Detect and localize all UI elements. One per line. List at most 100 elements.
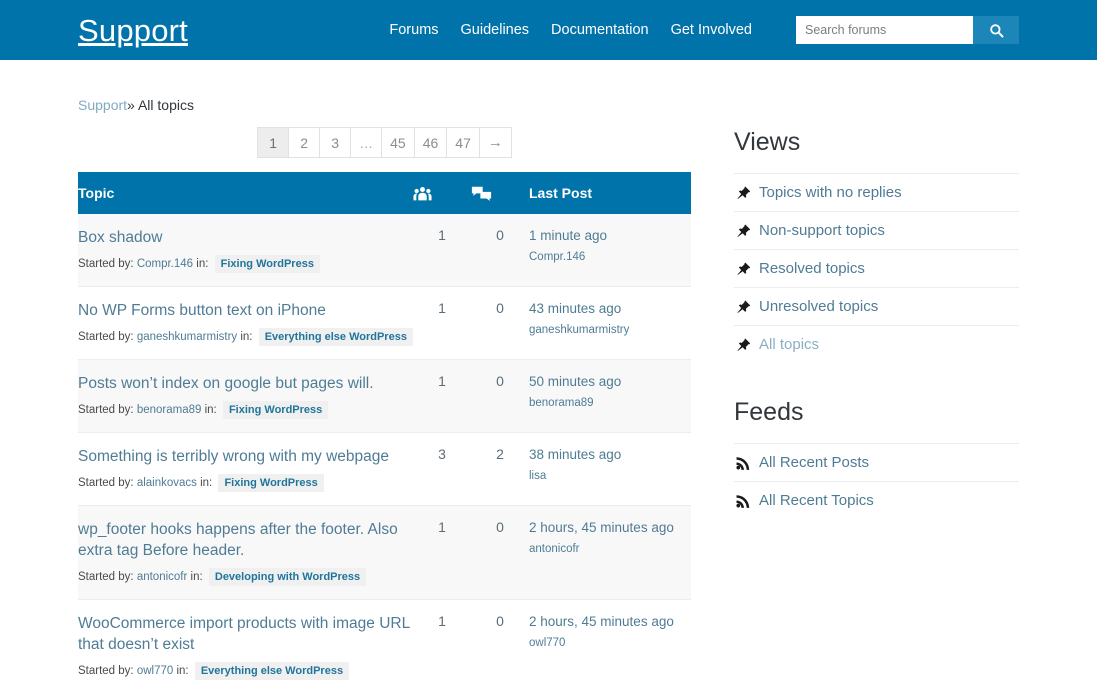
breadcrumb-separator: »	[127, 97, 135, 113]
feeds-widget-title: Feeds	[734, 398, 804, 426]
pagination-page-2[interactable]: 2	[288, 127, 320, 158]
nav-item-documentation[interactable]: Documentation	[551, 22, 649, 38]
voices-count: 1	[438, 519, 446, 535]
last-post-author-link[interactable]: ganeshkumarmistry	[529, 324, 691, 336]
topic-meta: Started by: owl770 in: Everything else W…	[78, 662, 413, 680]
topic-cell: Box shadow Started by: Compr.146 in: Fixi…	[78, 214, 413, 287]
topic-cell: wp_footer hooks happens after the footer…	[78, 506, 413, 600]
nav-item-get-involved[interactable]: Get Involved	[671, 22, 752, 38]
last-post-time-link[interactable]: 50 minutes ago	[529, 373, 691, 391]
last-post-author-link[interactable]: benorama89	[529, 397, 691, 409]
last-post-time-link[interactable]: 2 hours, 45 minutes ago	[529, 519, 691, 537]
forum-badge[interactable]: Fixing WordPress	[218, 474, 324, 492]
last-post-author-link[interactable]: owl770	[529, 637, 691, 649]
forum-badge[interactable]: Fixing WordPress	[214, 255, 320, 273]
forum-badge[interactable]: Everything else WordPress	[194, 662, 350, 680]
topic-title-link[interactable]: Posts won’t index on google but pages wi…	[78, 373, 413, 394]
topic-meta: Started by: benorama89 in: Fixing WordPr…	[78, 401, 413, 419]
search-form	[796, 16, 1019, 44]
forum-badge[interactable]: Everything else WordPress	[258, 328, 413, 346]
last-post-author-link[interactable]: antonicofr	[529, 543, 691, 555]
topic-title-link[interactable]: Something is terribly wrong with my webp…	[78, 446, 413, 467]
topic-title-link[interactable]: wp_footer hooks happens after the footer…	[78, 519, 413, 561]
feeds-item-link[interactable]: All Recent Posts	[759, 454, 869, 471]
last-post-time-link[interactable]: 1 minute ago	[529, 227, 691, 245]
last-post-cell: 2 hours, 45 minutes ago antonicofr	[529, 506, 691, 600]
nav-item-forums[interactable]: Forums	[389, 22, 438, 38]
table-row: wp_footer hooks happens after the footer…	[78, 505, 691, 600]
pagination-page-3[interactable]: 3	[319, 127, 351, 158]
views-item-link[interactable]: Resolved topics	[759, 260, 865, 277]
feeds-item-link[interactable]: All Recent Topics	[759, 492, 874, 509]
sidebar: Views Topics with no replies Non-support …	[734, 127, 1019, 519]
list-item: All topics	[734, 325, 1019, 363]
search-input[interactable]	[796, 16, 973, 44]
nav-item-guidelines[interactable]: Guidelines	[461, 22, 530, 38]
started-by-label: Started by:	[78, 665, 137, 677]
forum-badge[interactable]: Fixing WordPress	[222, 401, 329, 419]
last-post-cell: 2 hours, 45 minutes ago owl770	[529, 600, 691, 683]
users-group-icon	[413, 186, 432, 202]
feeds-list: All Recent Posts All Recent Topics	[734, 443, 1019, 519]
list-item: Unresolved topics	[734, 287, 1019, 325]
views-item-link[interactable]: Unresolved topics	[759, 298, 878, 315]
topic-meta: Started by: alainkovacs in: Fixing WordP…	[78, 474, 413, 492]
topic-title-link[interactable]: WooCommerce import products with image U…	[78, 613, 413, 655]
topic-cell: Posts won’t index on google but pages wi…	[78, 360, 413, 433]
started-by-label: Started by:	[78, 331, 137, 343]
site-header: Support Forums Guidelines Documentation …	[0, 0, 1097, 60]
column-header-last-post: Last Post	[529, 172, 691, 214]
replies-count: 0	[496, 300, 504, 316]
topic-author-link[interactable]: Compr.146	[137, 258, 193, 270]
pushpin-icon	[734, 262, 752, 276]
pagination-page-45[interactable]: 45	[381, 127, 414, 158]
list-item: Resolved topics	[734, 249, 1019, 287]
views-item-link[interactable]: Non-support topics	[759, 222, 885, 239]
pagination-page-46[interactable]: 46	[413, 127, 447, 158]
breadcrumb-root-link[interactable]: Support	[78, 97, 127, 113]
breadcrumb-current: All topics	[137, 97, 194, 113]
table-row: WooCommerce import products with image U…	[78, 600, 691, 683]
search-submit-button[interactable]	[973, 16, 1019, 44]
pagination-page-1[interactable]: 1	[257, 127, 289, 158]
pushpin-icon	[734, 338, 752, 352]
started-by-label: Started by:	[78, 477, 137, 489]
topic-author-link[interactable]: antonicofr	[137, 571, 188, 583]
pushpin-icon	[734, 224, 752, 238]
replies-count: 0	[496, 613, 504, 629]
pagination-page-47[interactable]: 47	[446, 127, 479, 158]
column-header-replies	[471, 172, 529, 214]
views-item-link[interactable]: All topics	[759, 336, 819, 353]
in-label: in:	[173, 665, 192, 677]
views-item-link[interactable]: Topics with no replies	[759, 184, 902, 201]
topic-author-link[interactable]: benorama89	[137, 404, 202, 416]
last-post-cell: 1 minute ago Compr.146	[529, 214, 691, 287]
last-post-time-link[interactable]: 2 hours, 45 minutes ago	[529, 613, 691, 631]
pagination: 1 2 3… 45 46 47 →	[78, 127, 691, 158]
topic-title-link[interactable]: No WP Forms button text on iPhone	[78, 300, 413, 321]
pagination-next[interactable]: →	[478, 127, 512, 158]
site-title[interactable]: Support	[78, 15, 188, 46]
topic-author-link[interactable]: owl770	[137, 665, 173, 677]
in-label: in:	[201, 404, 220, 416]
last-post-author-link[interactable]: lisa	[529, 470, 691, 482]
last-post-time-link[interactable]: 38 minutes ago	[529, 446, 691, 464]
topic-cell: WooCommerce import products with image U…	[78, 600, 413, 683]
topics-table-head: Topic Last Post	[78, 172, 691, 214]
last-post-cell: 50 minutes ago benorama89	[529, 360, 691, 433]
last-post-author-link[interactable]: Compr.146	[529, 251, 691, 263]
rss-icon	[734, 456, 752, 470]
topic-title-link[interactable]: Box shadow	[78, 227, 413, 248]
topic-author-link[interactable]: alainkovacs	[137, 477, 197, 489]
forum-badge[interactable]: Developing with WordPress	[208, 568, 367, 586]
topic-meta: Started by: Compr.146 in: Fixing WordPre…	[78, 255, 413, 273]
topic-meta: Started by: antonicofr in: Developing wi…	[78, 568, 413, 586]
table-row: Posts won’t index on google but pages wi…	[78, 359, 691, 433]
last-post-time-link[interactable]: 43 minutes ago	[529, 300, 691, 318]
column-header-voices	[413, 172, 471, 214]
topic-author-link[interactable]: ganeshkumarmistry	[137, 331, 237, 343]
speech-bubbles-icon	[471, 186, 492, 202]
breadcrumb: Support» All topics	[78, 60, 1019, 113]
views-widget: Views Topics with no replies Non-support …	[734, 127, 1019, 363]
list-item: Non-support topics	[734, 211, 1019, 249]
